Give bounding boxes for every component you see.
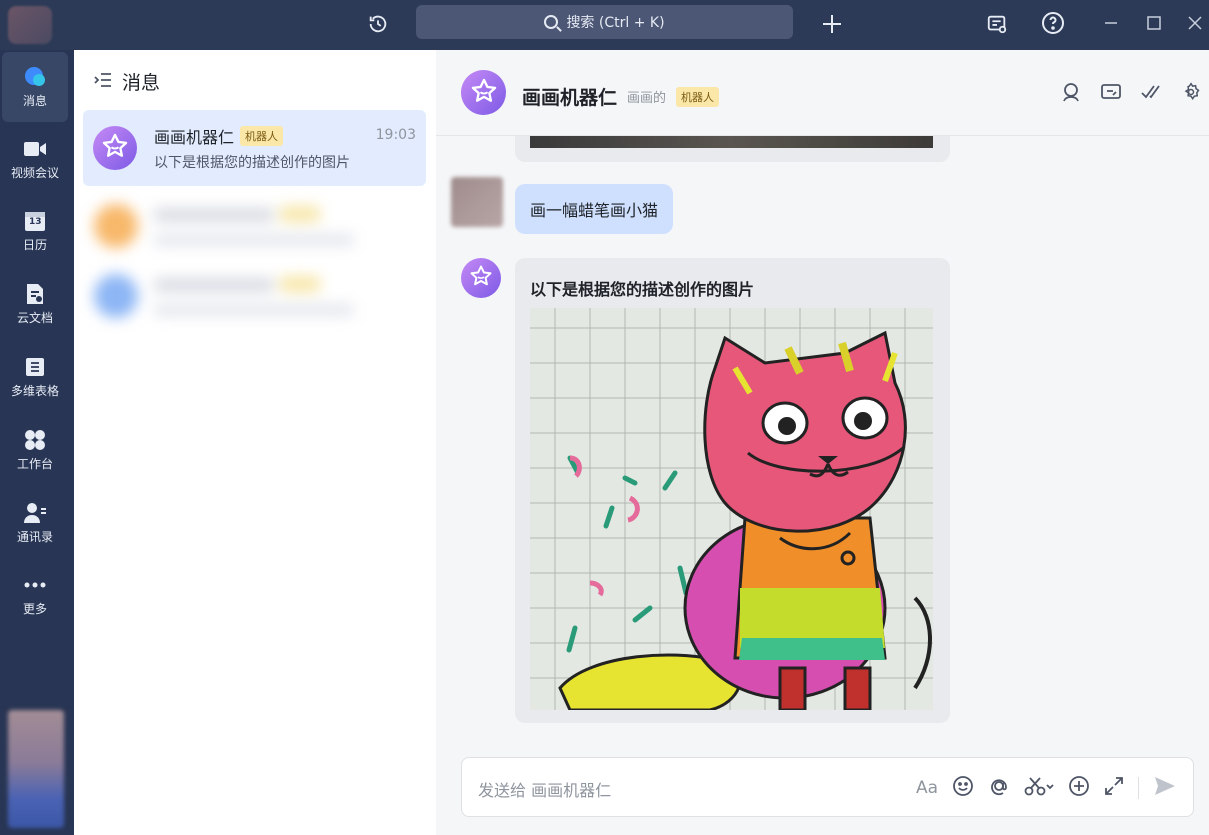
- chat-header-actions: [1061, 82, 1201, 102]
- bot-avatar: [93, 126, 137, 170]
- chat-bubble-icon: [23, 66, 47, 88]
- menu-fold-icon[interactable]: [94, 71, 112, 93]
- title-bar: 搜索 (Ctrl + K): [0, 0, 1209, 50]
- nav-label: 消息: [22, 93, 47, 108]
- search-icon: [544, 15, 559, 29]
- nav-item-meetings[interactable]: 视频会议: [2, 124, 68, 194]
- nav-item-docs[interactable]: 云文档: [2, 269, 68, 339]
- nav-item-workplace[interactable]: 工作台: [2, 415, 68, 485]
- previous-image-message: [515, 132, 950, 162]
- composer-placeholder: 发送给 画画机器仁: [478, 781, 612, 800]
- nav-item-more[interactable]: 更多: [2, 560, 68, 630]
- conversation-preview: 以下是根据您的描述创作的图片: [154, 155, 350, 171]
- user-avatar[interactable]: [451, 177, 503, 227]
- star-icon: [469, 264, 493, 292]
- document-icon: [23, 283, 47, 305]
- nav-item-bitable[interactable]: 多维表格: [2, 342, 68, 412]
- conversation-list: 消息 画画机器仁 机器人 19:03 以下是根据您的描述创作的图片: [74, 50, 436, 835]
- nav-label: 云文档: [16, 310, 53, 325]
- screenshot-icon[interactable]: [1024, 776, 1054, 800]
- message-composer[interactable]: 发送给 画画机器仁 Aa: [461, 757, 1194, 817]
- chat-header: 画画机器仁 画画的 机器人: [436, 50, 1209, 136]
- expand-icon[interactable]: [1104, 776, 1124, 800]
- nav-item-contacts[interactable]: 通讯录: [2, 488, 68, 558]
- history-icon[interactable]: [366, 12, 390, 36]
- maximize-icon[interactable]: [1145, 14, 1163, 32]
- table-icon: [23, 356, 47, 378]
- nav-label: 工作台: [16, 456, 53, 471]
- chat-panel: 画画机器仁 画画的 机器人 画一幅蜡笔画小猫 以下是根据您的描述创作的图片 发送…: [436, 50, 1209, 835]
- add-icon[interactable]: [820, 12, 844, 36]
- conversation-list-header: 消息: [94, 68, 160, 95]
- send-icon[interactable]: [1153, 775, 1177, 801]
- calendar-day: 13: [29, 216, 42, 227]
- contacts-icon: [23, 502, 47, 524]
- bot-badge: 机器人: [676, 86, 720, 107]
- font-style-icon[interactable]: Aa: [916, 778, 938, 798]
- minimize-icon[interactable]: [1102, 14, 1120, 32]
- user-message-text: 画一幅蜡笔画小猫: [530, 201, 659, 220]
- nav-label: 视频会议: [10, 165, 59, 180]
- mention-icon[interactable]: [988, 775, 1010, 801]
- close-icon[interactable]: [1186, 14, 1204, 32]
- done-icon[interactable]: [1141, 82, 1161, 102]
- search-placeholder: 搜索 (Ctrl + K): [566, 15, 665, 31]
- user-avatar[interactable]: [8, 6, 52, 44]
- previous-image[interactable]: [530, 136, 933, 148]
- bot-image-message: 以下是根据您的描述创作的图片: [515, 258, 950, 723]
- announcement-icon[interactable]: [985, 12, 1009, 36]
- conversation-item-blurred[interactable]: [88, 264, 414, 330]
- emoji-icon[interactable]: [952, 775, 974, 801]
- add-attachment-icon[interactable]: [1068, 775, 1090, 801]
- conversation-item-blurred[interactable]: [88, 194, 414, 260]
- nav-item-calendar[interactable]: 13 日历: [2, 196, 68, 266]
- nav-item-messages[interactable]: 消息: [2, 52, 68, 122]
- video-camera-icon: [23, 138, 47, 160]
- conversation-item-active[interactable]: 画画机器仁 机器人 19:03 以下是根据您的描述创作的图片: [83, 110, 426, 186]
- star-icon: [101, 132, 129, 164]
- composer-toolbar: Aa: [916, 775, 1177, 801]
- chat-title-group: 画画机器仁 画画的 机器人: [522, 83, 720, 110]
- conversation-list-title: 消息: [122, 72, 161, 94]
- nav-label: 多维表格: [10, 383, 59, 398]
- conversation-time: 19:03: [375, 127, 416, 143]
- nav-label: 更多: [22, 601, 47, 616]
- nav-label: 日历: [22, 237, 47, 252]
- chat-subtitle: 画画的: [627, 91, 667, 106]
- generated-cat-image[interactable]: [530, 308, 933, 710]
- chat-title: 画画机器仁: [522, 87, 618, 109]
- bot-avatar[interactable]: [461, 258, 501, 298]
- add-tab-icon[interactable]: [1101, 82, 1121, 102]
- nav-rail: 消息 视频会议 13 日历 云文档 多维表格 工作台 通讯录 更多: [0, 50, 74, 835]
- more-icon: [23, 574, 47, 596]
- help-icon[interactable]: [1040, 10, 1066, 36]
- user-message: 画一幅蜡笔画小猫: [515, 184, 674, 234]
- star-icon: [470, 77, 498, 109]
- bot-badge: 机器人: [240, 126, 284, 146]
- bot-message-caption: 以下是根据您的描述创作的图片: [530, 280, 755, 299]
- search-chat-icon[interactable]: [1061, 82, 1081, 102]
- conversation-title: 画画机器仁: [154, 128, 235, 147]
- settings-icon[interactable]: [1181, 82, 1201, 102]
- bot-avatar[interactable]: [461, 70, 506, 115]
- nav-label: 通讯录: [16, 529, 53, 544]
- search-input[interactable]: 搜索 (Ctrl + K): [416, 5, 793, 39]
- grid-icon: [23, 429, 47, 451]
- profile-avatar[interactable]: [8, 710, 64, 828]
- calendar-icon: 13: [23, 210, 47, 232]
- conversation-name: 画画机器仁 机器人: [154, 124, 284, 148]
- divider: [1138, 777, 1139, 799]
